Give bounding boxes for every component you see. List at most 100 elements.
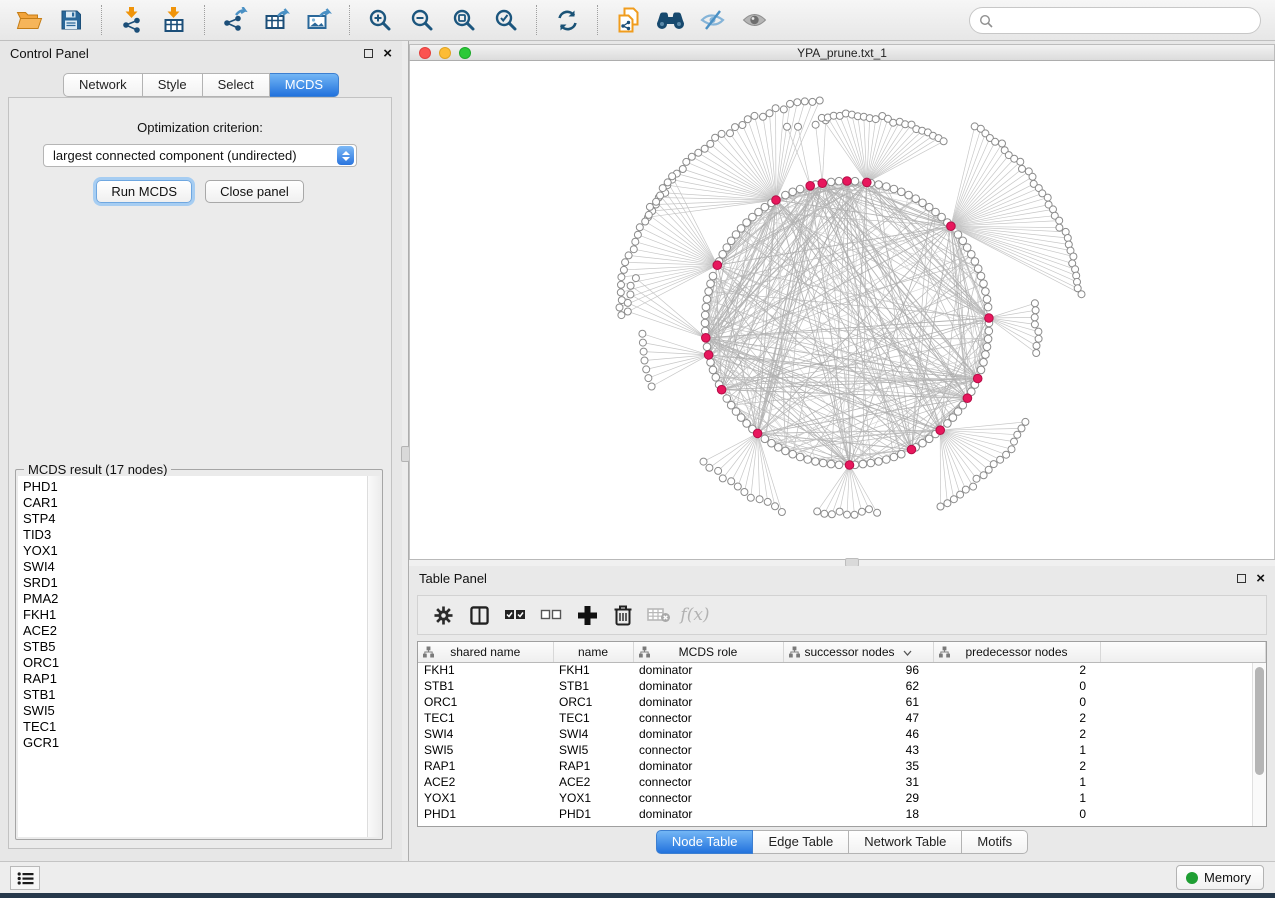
cell-successor-nodes[interactable]: 47: [783, 710, 933, 726]
column-header-successor-nodes[interactable]: successor nodes: [783, 642, 933, 662]
mcds-result-node[interactable]: STB1: [23, 687, 367, 703]
cell-name[interactable]: PHD1: [553, 806, 633, 822]
cell-predecessor-nodes[interactable]: 1: [933, 774, 1100, 790]
cell-successor-nodes[interactable]: 31: [783, 774, 933, 790]
table-row[interactable]: YOX1YOX1connector291: [418, 790, 1266, 806]
zoom-selected-icon[interactable]: [488, 4, 524, 36]
cell-name[interactable]: ORC1: [553, 694, 633, 710]
cell-successor-nodes[interactable]: 29: [783, 790, 933, 806]
import-table-icon[interactable]: [156, 4, 192, 36]
table-row[interactable]: SWI5SWI5connector431: [418, 742, 1266, 758]
cell-name[interactable]: TEC1: [553, 710, 633, 726]
cell-predecessor-nodes[interactable]: 2: [933, 726, 1100, 742]
mcds-result-node[interactable]: TID3: [23, 527, 367, 543]
table-row[interactable]: TEC1TEC1connector472: [418, 710, 1266, 726]
export-network-icon[interactable]: [217, 4, 253, 36]
mcds-result-node[interactable]: SRD1: [23, 575, 367, 591]
table-row[interactable]: ACE2ACE2connector311: [418, 774, 1266, 790]
cell-name[interactable]: SWI4: [553, 726, 633, 742]
cell-successor-nodes[interactable]: 43: [783, 742, 933, 758]
zoom-out-icon[interactable]: [404, 4, 440, 36]
cell-shared-name[interactable]: STB1: [418, 678, 553, 694]
cell-mcds-role[interactable]: dominator: [633, 806, 783, 822]
cell-successor-nodes[interactable]: 96: [783, 662, 933, 678]
search-input[interactable]: [993, 11, 1260, 31]
mcds-result-scrollbar[interactable]: [367, 476, 380, 837]
mcds-result-node[interactable]: STP4: [23, 511, 367, 527]
table-row[interactable]: FKH1FKH1dominator962: [418, 662, 1266, 678]
zoom-fit-icon[interactable]: [446, 4, 482, 36]
cell-predecessor-nodes[interactable]: 0: [933, 694, 1100, 710]
network-canvas[interactable]: [409, 61, 1275, 559]
task-history-button[interactable]: [10, 866, 40, 890]
cell-predecessor-nodes[interactable]: 1: [933, 790, 1100, 806]
cell-shared-name[interactable]: YOX1: [418, 790, 553, 806]
add-column-icon[interactable]: [572, 600, 602, 630]
search-network-icon[interactable]: [652, 4, 688, 36]
zoom-in-icon[interactable]: [362, 4, 398, 36]
cell-predecessor-nodes[interactable]: 1: [933, 742, 1100, 758]
deselect-all-rows-icon[interactable]: [536, 600, 566, 630]
cell-name[interactable]: SWI5: [553, 742, 633, 758]
cell-mcds-role[interactable]: dominator: [633, 758, 783, 774]
cell-shared-name[interactable]: SWI4: [418, 726, 553, 742]
tab-select[interactable]: Select: [203, 73, 270, 97]
cell-name[interactable]: ACE2: [553, 774, 633, 790]
cell-name[interactable]: YOX1: [553, 790, 633, 806]
column-header-mcds-role[interactable]: MCDS role: [633, 642, 783, 662]
cell-successor-nodes[interactable]: 62: [783, 678, 933, 694]
close-panel-icon[interactable]: ×: [1256, 574, 1265, 583]
cell-shared-name[interactable]: SWI5: [418, 742, 553, 758]
mcds-result-list[interactable]: PHD1CAR1STP4TID3YOX1SWI4SRD1PMA2FKH1ACE2…: [18, 476, 367, 837]
mcds-result-node[interactable]: SWI4: [23, 559, 367, 575]
delete-column-trash-icon[interactable]: [608, 600, 638, 630]
mcds-result-node[interactable]: STB5: [23, 639, 367, 655]
import-network-icon[interactable]: [114, 4, 150, 36]
select-all-rows-icon[interactable]: [500, 600, 530, 630]
cell-mcds-role[interactable]: connector: [633, 742, 783, 758]
cell-shared-name[interactable]: ORC1: [418, 694, 553, 710]
cell-mcds-role[interactable]: dominator: [633, 694, 783, 710]
cell-predecessor-nodes[interactable]: 0: [933, 806, 1100, 822]
close-panel-icon[interactable]: ×: [383, 49, 392, 58]
refresh-view-icon[interactable]: [549, 4, 585, 36]
cell-predecessor-nodes[interactable]: 2: [933, 662, 1100, 678]
column-header-name[interactable]: name: [553, 642, 633, 662]
node-table[interactable]: shared namenameMCDS rolesuccessor nodesp…: [417, 641, 1267, 827]
cell-mcds-role[interactable]: dominator: [633, 662, 783, 678]
table-row[interactable]: PHD1PHD1dominator180: [418, 806, 1266, 822]
cell-successor-nodes[interactable]: 46: [783, 726, 933, 742]
run-mcds-button[interactable]: Run MCDS: [96, 180, 192, 203]
mcds-result-node[interactable]: FKH1: [23, 607, 367, 623]
cell-name[interactable]: RAP1: [553, 758, 633, 774]
cell-name[interactable]: FKH1: [553, 662, 633, 678]
network-from-file-icon[interactable]: [610, 4, 646, 36]
table-tab-node-table[interactable]: Node Table: [656, 830, 754, 854]
tab-network[interactable]: Network: [63, 73, 143, 97]
table-tab-edge-table[interactable]: Edge Table: [753, 830, 849, 854]
memory-button[interactable]: Memory: [1176, 865, 1264, 890]
cell-shared-name[interactable]: PHD1: [418, 806, 553, 822]
cell-shared-name[interactable]: RAP1: [418, 758, 553, 774]
table-tab-network-table[interactable]: Network Table: [849, 830, 962, 854]
mcds-result-node[interactable]: ACE2: [23, 623, 367, 639]
cell-shared-name[interactable]: ACE2: [418, 774, 553, 790]
mcds-result-node[interactable]: PHD1: [23, 479, 367, 495]
cell-predecessor-nodes[interactable]: 2: [933, 758, 1100, 774]
criterion-select[interactable]: largest connected component (undirected): [43, 144, 357, 167]
column-header-shared-name[interactable]: shared name: [418, 642, 553, 662]
mcds-result-node[interactable]: RAP1: [23, 671, 367, 687]
cell-mcds-role[interactable]: dominator: [633, 678, 783, 694]
close-panel-button[interactable]: Close panel: [205, 180, 304, 203]
tab-style[interactable]: Style: [143, 73, 203, 97]
table-tab-motifs[interactable]: Motifs: [962, 830, 1028, 854]
cell-predecessor-nodes[interactable]: 2: [933, 710, 1100, 726]
cell-shared-name[interactable]: FKH1: [418, 662, 553, 678]
table-settings-gear-icon[interactable]: [428, 600, 458, 630]
vertical-splitter[interactable]: [402, 41, 409, 861]
mcds-result-node[interactable]: YOX1: [23, 543, 367, 559]
cell-shared-name[interactable]: TEC1: [418, 710, 553, 726]
cell-successor-nodes[interactable]: 35: [783, 758, 933, 774]
float-panel-icon[interactable]: [364, 49, 373, 58]
cell-predecessor-nodes[interactable]: 0: [933, 678, 1100, 694]
